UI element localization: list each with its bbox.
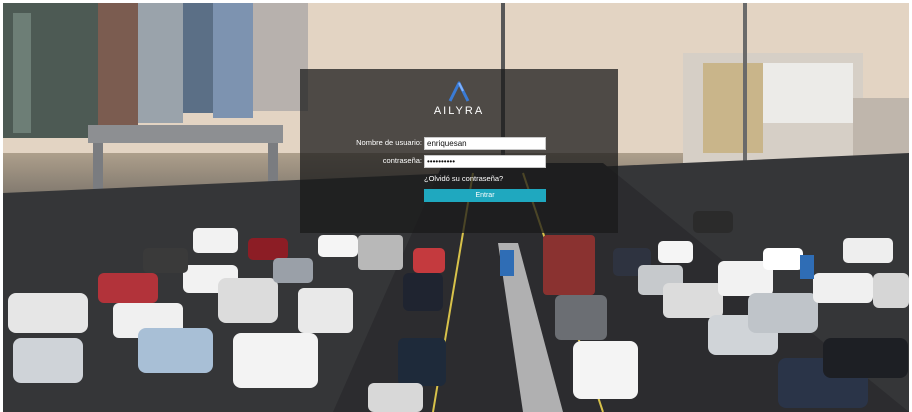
username-input[interactable]	[424, 137, 546, 150]
brand-logo: AILYRA	[300, 81, 618, 125]
password-row: contraseña:	[300, 155, 618, 168]
submit-button[interactable]: Entrar	[424, 189, 546, 202]
login-panel: AILYRA Nombre de usuario: contraseña: ¿O…	[300, 69, 618, 233]
password-label: contraseña:	[382, 156, 422, 165]
ailyra-logo-icon	[448, 81, 470, 102]
username-label: Nombre de usuario:	[356, 138, 422, 147]
password-input[interactable]	[424, 155, 546, 168]
login-screen: AILYRA Nombre de usuario: contraseña: ¿O…	[0, 0, 912, 412]
brand-name: AILYRA	[433, 105, 485, 117]
username-row: Nombre de usuario:	[300, 137, 618, 150]
forgot-password-link[interactable]: ¿Olvidó su contraseña?	[424, 174, 503, 183]
